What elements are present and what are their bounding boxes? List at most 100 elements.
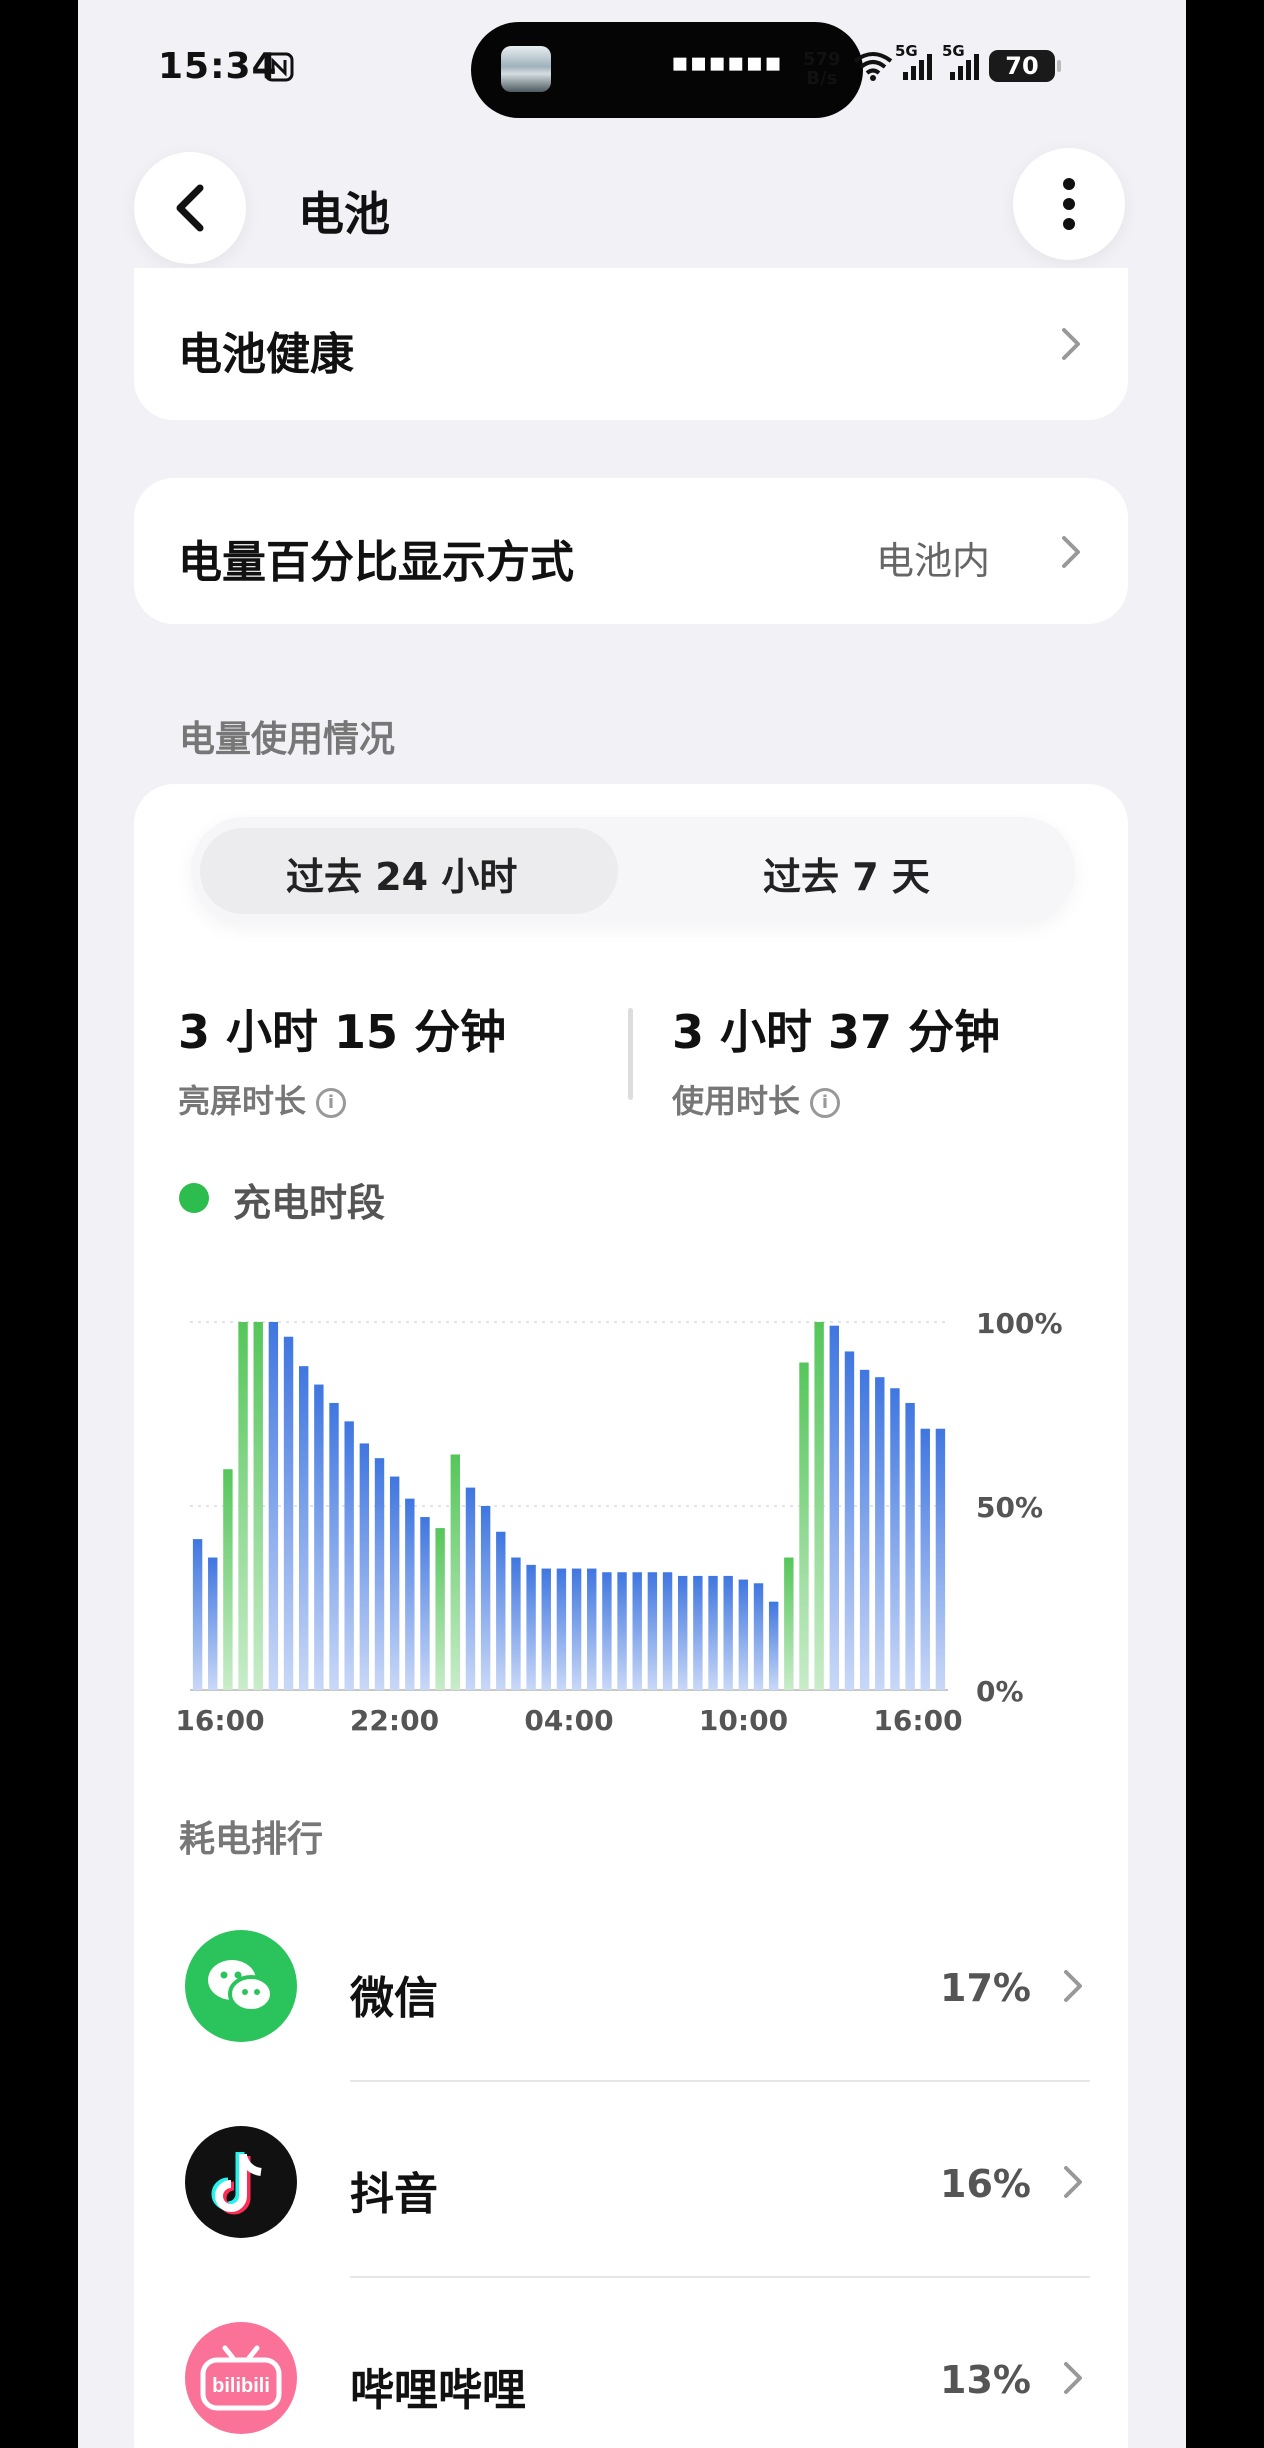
nfc-icon [264, 52, 294, 82]
charging-bar [784, 1557, 794, 1690]
app-name: 微信 [350, 1973, 438, 2024]
battery-bar [920, 1428, 930, 1690]
battery-bar [859, 1369, 870, 1690]
wifi-icon [853, 51, 893, 81]
status-time: 15:34 [158, 46, 278, 87]
battery-bar [662, 1572, 673, 1690]
page-title: 电池 [298, 187, 390, 241]
battery-bar [496, 1531, 506, 1690]
chevron-right-icon [1064, 1970, 1082, 2002]
charging-bar [814, 1322, 824, 1690]
chevron-left-icon [176, 184, 204, 232]
x-tick-label: 10:00 [699, 1704, 788, 1737]
battery-bar [632, 1572, 642, 1690]
charging-bar [223, 1469, 233, 1690]
battery-bar [359, 1443, 370, 1690]
chevron-right-icon [1064, 2362, 1082, 2394]
percent-display-row[interactable]: 电量百分比显示方式 电池内 [134, 478, 1128, 624]
ranking-section-title: 耗电排行 [179, 1819, 324, 1860]
charging-legend-dot [179, 1183, 209, 1213]
battery-bar [647, 1572, 658, 1690]
battery-bar [602, 1572, 612, 1690]
battery-bar [480, 1506, 491, 1690]
x-tick-label: 16:00 [175, 1704, 264, 1737]
chevron-right-icon [1062, 328, 1080, 360]
network-speed-value: 579 [803, 49, 841, 70]
screen-on-label-row[interactable]: 亮屏时长 i [178, 1076, 347, 1122]
y-tick-label: 50% [976, 1491, 1043, 1524]
battery-bar [283, 1336, 294, 1690]
bilibili-icon: bilibili [185, 2322, 297, 2434]
percent-display-label: 电量百分比显示方式 [178, 537, 574, 588]
battery-bar [693, 1575, 703, 1690]
list-divider [350, 2276, 1090, 2278]
battery-level-chart: 0% 50% 100% 16:00 22:00 04:00 10:00 16:00 [175, 1307, 1063, 1737]
info-icon: i [810, 1088, 841, 1118]
battery-bar [829, 1325, 839, 1690]
battery-bar [617, 1572, 627, 1690]
battery-bar [299, 1366, 309, 1690]
battery-bar [708, 1575, 718, 1690]
battery-bar [905, 1402, 915, 1690]
status-icons: 5G 5G 70 [853, 42, 1061, 86]
list-divider [350, 2080, 1090, 2082]
chevron-right-icon [1064, 2166, 1082, 2198]
battery-bar [587, 1568, 597, 1690]
more-options-button[interactable] [1013, 148, 1125, 260]
usage-label: 使用时长 [672, 1082, 801, 1120]
stat-divider [628, 1008, 633, 1100]
usage-label-row[interactable]: 使用时长 i [672, 1076, 841, 1122]
app-name: 哔哩哔哩 [350, 2365, 526, 2416]
media-thumbnail-icon [501, 46, 551, 92]
battery-bar [541, 1568, 551, 1690]
signal-icon-sim2: 5G [942, 42, 979, 80]
battery-bar [738, 1579, 749, 1690]
douyin-icon [185, 2126, 297, 2238]
battery-bar [890, 1388, 900, 1690]
network-speed: 579 B/s [803, 50, 841, 88]
usage-section-title: 电量使用情况 [179, 719, 396, 760]
battery-bar [192, 1539, 203, 1690]
battery-bar [329, 1402, 339, 1690]
battery-bar [753, 1583, 764, 1690]
charging-bar [238, 1322, 248, 1690]
battery-bar [723, 1575, 733, 1690]
battery-bar [844, 1351, 855, 1690]
signal-tag-sim2: 5G [942, 42, 965, 60]
battery-bar [511, 1557, 521, 1690]
tab-past-24h[interactable]: 过去 24 小时 [286, 846, 517, 901]
battery-bar [875, 1377, 885, 1690]
battery-bar [374, 1458, 385, 1690]
signal-icon-sim1: 5G [895, 42, 932, 80]
battery-health-label: 电池健康 [178, 329, 354, 380]
battery-bar [268, 1322, 279, 1690]
tab-past-7d[interactable]: 过去 7 天 [763, 846, 930, 901]
y-tick-label: 0% [976, 1675, 1024, 1708]
battery-level: 70 [1005, 52, 1039, 80]
y-tick-label: 100% [976, 1307, 1063, 1340]
battery-icon: 70 [989, 50, 1055, 82]
info-icon: i [316, 1088, 347, 1118]
signal-tag-sim1: 5G [895, 42, 918, 60]
battery-bar [526, 1564, 536, 1690]
charging-legend-label: 充电时段 [233, 1181, 386, 1225]
battery-bar [420, 1517, 430, 1690]
usage-duration: 3 小时 37 分钟 [672, 1005, 1001, 1059]
waveform-icon: ▪▪▪▪▪▪ [671, 48, 783, 78]
battery-bar [405, 1498, 415, 1690]
battery-bar [768, 1601, 779, 1690]
battery-bar [571, 1568, 582, 1690]
chevron-right-icon [1062, 536, 1080, 568]
charging-bar [799, 1362, 809, 1690]
charging-bar [435, 1528, 445, 1690]
back-button[interactable] [134, 152, 246, 264]
wechat-icon [185, 1930, 297, 2042]
screen-on-label: 亮屏时长 [178, 1082, 307, 1120]
battery-cap [1057, 60, 1061, 72]
battery-health-row[interactable]: 电池健康 [134, 268, 1128, 420]
battery-bar [935, 1428, 946, 1690]
app-percent: 16% [940, 2162, 1031, 2206]
battery-bar [678, 1575, 688, 1690]
x-tick-label: 04:00 [524, 1704, 613, 1737]
charging-bar [450, 1454, 460, 1690]
